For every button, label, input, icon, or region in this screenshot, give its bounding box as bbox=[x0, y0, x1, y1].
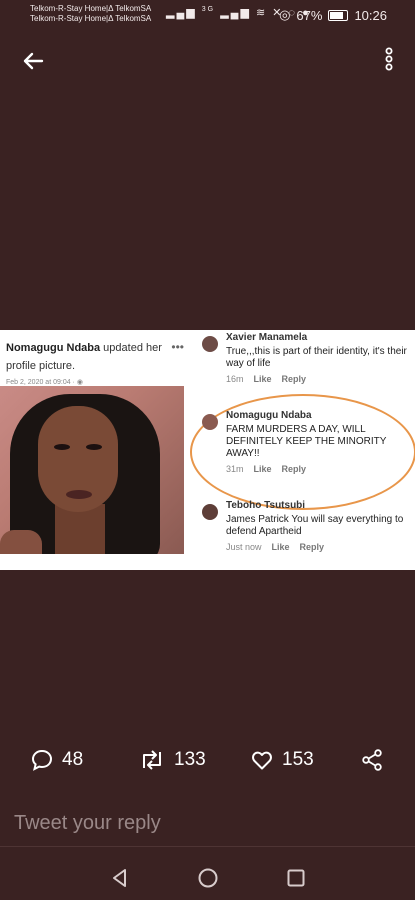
wifi-icon: ≋ bbox=[255, 7, 268, 19]
square-recents-icon bbox=[287, 869, 305, 887]
comment-time: Just now bbox=[226, 542, 262, 552]
nav-back-button[interactable] bbox=[108, 866, 132, 890]
clock: 10:26 bbox=[354, 7, 387, 23]
eye-comfort-icon: ◎ bbox=[279, 7, 291, 22]
battery-percent: 67% bbox=[296, 7, 323, 23]
comment-bubble: Xavier Manamela True,,,this is part of t… bbox=[226, 332, 412, 384]
profile-photo bbox=[0, 386, 184, 554]
comment-text: FARM MURDERS A DAY, WILL DEFINITELY KEEP… bbox=[226, 424, 387, 459]
comment-actions: 31m Like Reply bbox=[226, 464, 412, 474]
like-count: 153 bbox=[282, 749, 314, 770]
avatar bbox=[202, 414, 218, 430]
fb-more-icon: ••• bbox=[171, 340, 184, 354]
fb-post-date: Feb 2, 2020 at 09:04 · ◉ bbox=[6, 378, 186, 386]
fb-post-header: Nomagugu Ndaba updated her profile pictu… bbox=[6, 338, 186, 386]
comment-bubble: Nomagugu Ndaba FARM MURDERS A DAY, WILL … bbox=[226, 410, 412, 474]
globe-icon: ◉ bbox=[76, 379, 83, 386]
nav-recents-button[interactable] bbox=[284, 866, 308, 890]
triangle-back-icon bbox=[113, 869, 126, 887]
photo-eye bbox=[54, 444, 70, 450]
comment-bubble: Teboho Tsutsubi James Patrick You will s… bbox=[226, 500, 412, 552]
tweet-media-image[interactable]: Nomagugu Ndaba updated her profile pictu… bbox=[0, 330, 415, 570]
comment-text: True,,,this is part of their identity, i… bbox=[226, 346, 407, 369]
like-button[interactable]: 153 bbox=[250, 748, 314, 772]
carrier-line-2: Telkom-R-Stay Home|Δ TelkomSA bbox=[30, 14, 152, 23]
comment-like: Like bbox=[253, 464, 272, 474]
signal-icon: ▂▄▆ bbox=[166, 7, 197, 19]
carrier-line-1: Telkom-R-Stay Home|Δ TelkomSA bbox=[30, 4, 152, 13]
comment-actions: 16m Like Reply bbox=[226, 374, 412, 384]
retweet-icon bbox=[143, 750, 161, 770]
circle-home-icon bbox=[198, 868, 218, 888]
arrow-left-icon bbox=[23, 52, 44, 70]
comment-author: Nomagugu Ndaba bbox=[226, 410, 312, 421]
comment-time: 31m bbox=[226, 464, 244, 474]
comment-icon bbox=[31, 749, 53, 771]
divider bbox=[0, 846, 415, 847]
battery-icon bbox=[328, 9, 349, 21]
comment-like: Like bbox=[271, 542, 290, 552]
engagement-bar: 48 133 153 bbox=[0, 748, 415, 784]
status-bar: Telkom-R-Stay Home|Δ TelkomSA Telkom-R-S… bbox=[0, 0, 415, 30]
status-right: ◎ 67% 10:26 bbox=[279, 7, 387, 23]
system-nav-bar bbox=[0, 856, 415, 900]
retweet-button[interactable]: 133 bbox=[138, 748, 206, 772]
share-button[interactable] bbox=[360, 748, 384, 772]
retweet-count: 133 bbox=[174, 749, 206, 770]
reply-bar: Tweet your reply bbox=[0, 808, 415, 844]
reply-button[interactable]: 48 bbox=[30, 748, 83, 772]
share-icon bbox=[362, 749, 382, 771]
network-type: 3G bbox=[201, 6, 216, 13]
comment-time: 16m bbox=[226, 374, 244, 384]
more-options-button[interactable] bbox=[383, 44, 395, 74]
avatar bbox=[202, 336, 218, 352]
nav-home-button[interactable] bbox=[196, 866, 220, 890]
reply-input[interactable]: Tweet your reply bbox=[14, 812, 161, 835]
comment-reply: Reply bbox=[281, 374, 307, 384]
comment-text: James Patrick You will say everything to… bbox=[226, 514, 404, 537]
avatar bbox=[202, 504, 218, 520]
photo-lips bbox=[66, 490, 92, 499]
comment-author: Xavier Manamela bbox=[226, 332, 308, 343]
comment-reply: Reply bbox=[281, 464, 307, 474]
photo-eye bbox=[86, 444, 102, 450]
signal-icon-2: ▂▄▆ bbox=[220, 7, 251, 19]
back-button[interactable] bbox=[18, 46, 48, 76]
comment-author: Teboho Tsutsubi bbox=[226, 500, 306, 511]
more-vertical-icon bbox=[385, 47, 393, 71]
heart-icon bbox=[252, 751, 272, 770]
media-top-bar bbox=[0, 40, 415, 80]
reply-count: 48 bbox=[62, 749, 84, 770]
comment-actions: Just now Like Reply bbox=[226, 542, 412, 552]
fb-post-title: Nomagugu Ndaba updated her profile pictu… bbox=[6, 338, 186, 374]
photo-hand bbox=[0, 530, 42, 554]
comment-reply: Reply bbox=[299, 542, 325, 552]
fb-post-date-text: Feb 2, 2020 at 09:04 · bbox=[6, 379, 77, 386]
fb-post-author: Nomagugu Ndaba bbox=[6, 342, 101, 354]
comment-like: Like bbox=[253, 374, 272, 384]
fb-comments: Xavier Manamela True,,,this is part of t… bbox=[190, 330, 415, 570]
